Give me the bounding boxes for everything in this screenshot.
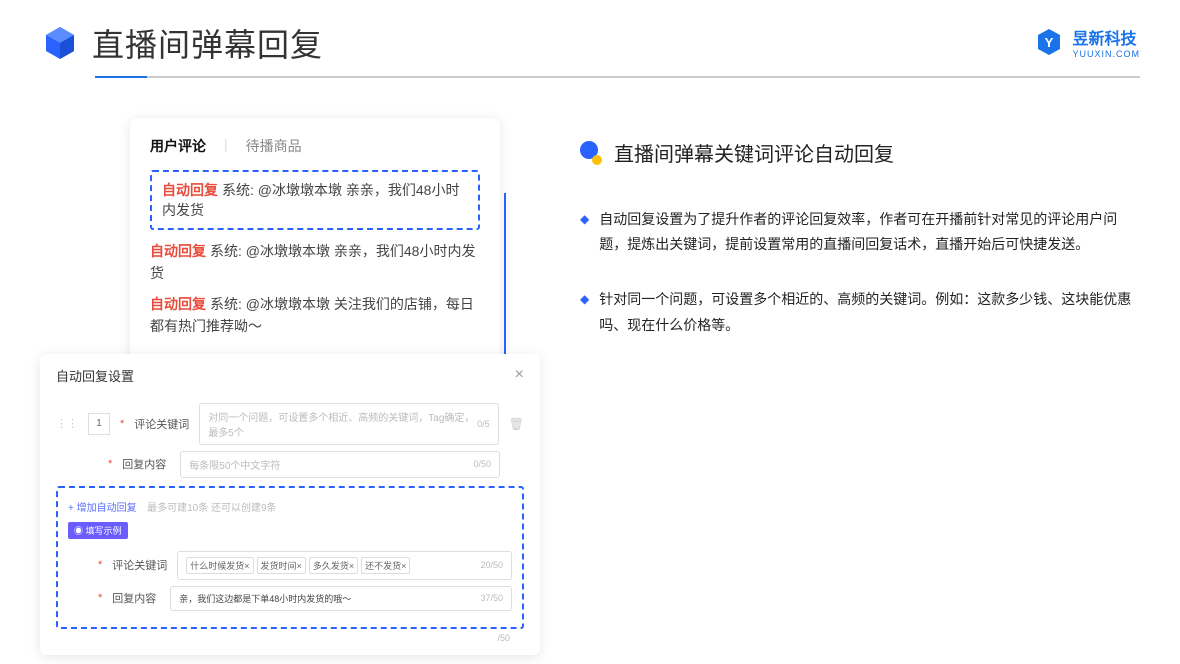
delete-icon[interactable]: 🗑 — [509, 417, 524, 431]
cube-icon — [40, 23, 80, 63]
add-auto-reply-link[interactable]: + 增加自动回复 — [68, 503, 137, 514]
comment-row: 自动回复系统: @冰墩墩本墩 关注我们的店铺，每日都有热门推荐呦～ — [150, 293, 480, 338]
auto-reply-tag: 自动回复 — [162, 182, 218, 198]
keyword-input[interactable]: 对同一个问题，可设置多个相近、高频的关键词，Tag确定，最多5个 0/5 — [199, 403, 498, 445]
keyword-tag: 什么时候发货× — [186, 557, 253, 574]
brand-name-en: YUUXIN.COM — [1072, 49, 1140, 59]
brand-name-cn: 昱新科技 — [1072, 25, 1140, 49]
keyword-tag: 发货时间× — [257, 557, 306, 574]
bullet-point: 针对同一个问题，可设置多个相近的、高频的关键词。例如：这款多少钱、这块能优惠吗、… — [580, 287, 1140, 337]
bullet-icon — [580, 141, 604, 165]
comments-panel: 用户评论 | 待播商品 自动回复系统: @冰墩墩本墩 亲亲，我们48小时内发货 … — [130, 118, 500, 364]
example-content-input: 亲，我们这边都是下单48小时内发货的哦～ 37/50 — [170, 586, 512, 611]
example-highlight: + 增加自动回复 最多可建10条 还可以创建9条 ◉ 填写示例 * 评论关键词 … — [56, 486, 524, 629]
panel-title: 自动回复设置 — [56, 366, 134, 385]
tab-pending-goods[interactable]: 待播商品 — [246, 136, 302, 156]
slide-header: 直播间弹幕回复 — [0, 0, 1180, 76]
svg-text:Y: Y — [1045, 35, 1054, 50]
keyword-tag: 多久发货× — [309, 557, 358, 574]
highlighted-comment: 自动回复系统: @冰墩墩本墩 亲亲，我们48小时内发货 — [150, 170, 480, 230]
example-keyword-label: 评论关键词 — [112, 557, 167, 573]
brand-icon: Y — [1034, 27, 1064, 57]
close-icon[interactable]: × — [515, 366, 524, 384]
content-input[interactable]: 每条限50个中文字符 0/50 — [180, 451, 500, 478]
auto-reply-settings-panel: 自动回复设置 × ⋮⋮ 1 * 评论关键词 对同一个问题，可设置多个相近、高频的… — [40, 354, 540, 655]
content-label: 回复内容 — [122, 456, 170, 472]
example-content-label: 回复内容 — [112, 590, 160, 606]
keyword-tag: 还不发货× — [361, 557, 410, 574]
bullet-point: 自动回复设置为了提升作者的评论回复效率，作者可在开播前针对常见的评论用户问题，提… — [580, 207, 1140, 257]
rule-number: 1 — [88, 413, 110, 435]
section-subtitle: 直播间弹幕关键词评论自动回复 — [614, 138, 894, 167]
auto-reply-tag: 自动回复 — [150, 243, 206, 259]
tab-user-comments[interactable]: 用户评论 — [150, 136, 206, 156]
example-keyword-input: 什么时候发货×发货时间×多久发货×还不发货× 20/50 — [177, 551, 512, 580]
comment-row: 自动回复系统: @冰墩墩本墩 亲亲，我们48小时内发货 — [150, 240, 480, 285]
outer-counter: /50 — [56, 629, 524, 643]
keyword-label: 评论关键词 — [134, 416, 189, 432]
auto-reply-tag: 自动回复 — [150, 296, 206, 312]
screenshot-composite: 用户评论 | 待播商品 自动回复系统: @冰墩墩本墩 亲亲，我们48小时内发货 … — [40, 118, 540, 655]
brand-logo: Y 昱新科技 YUUXIN.COM — [1034, 25, 1140, 59]
tab-separator: | — [224, 136, 228, 156]
page-title: 直播间弹幕回复 — [92, 20, 323, 66]
example-badge: ◉ 填写示例 — [68, 522, 128, 539]
description-panel: 直播间弹幕关键词评论自动回复 自动回复设置为了提升作者的评论回复效率，作者可在开… — [580, 118, 1140, 655]
limit-hint: 最多可建10条 还可以创建9条 — [147, 503, 276, 514]
